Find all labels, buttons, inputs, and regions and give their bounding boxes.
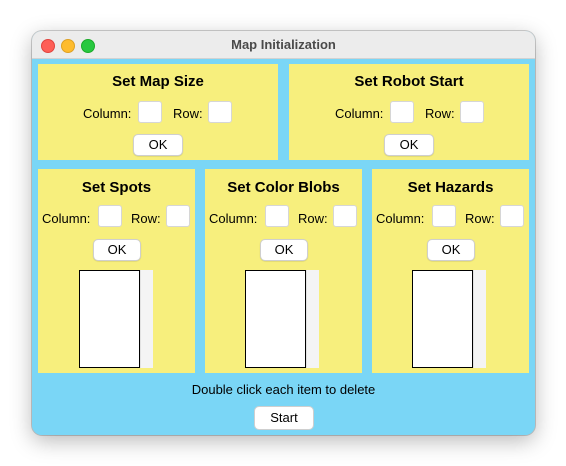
content-area: Set Map Size Column: Row: OK Set Robot S… [32,59,535,435]
start-button[interactable]: Start [254,406,314,430]
title-bar: Map Initialization [32,31,535,59]
color-blobs-panel: Set Color Blobs Column: Row: OK [205,169,362,373]
map-size-row-label: Row: [173,106,203,121]
spots-list-container [79,270,153,368]
color-blobs-list-scrollbar[interactable] [306,270,319,368]
color-blobs-list-container [245,270,319,368]
hazards-row-label: Row: [465,211,495,226]
robot-start-row-input[interactable] [460,101,484,123]
robot-start-panel: Set Robot Start Column: Row: OK [289,64,529,160]
hazards-column-label: Column: [376,211,425,226]
spots-list[interactable] [79,270,140,368]
hazards-row-input[interactable] [500,205,524,227]
spots-panel: Set Spots Column: Row: OK [38,169,195,373]
spots-ok-button[interactable]: OK [93,239,141,261]
spots-list-scrollbar[interactable] [140,270,153,368]
hazards-list-scrollbar[interactable] [473,270,486,368]
color-blobs-row-label: Row: [298,211,328,226]
hazards-title: Set Hazards [407,179,494,196]
robot-start-column-input[interactable] [390,101,414,123]
map-size-title: Set Map Size [112,73,204,90]
map-size-column-input[interactable] [138,101,162,123]
window-title: Map Initialization [231,37,336,52]
color-blobs-column-input[interactable] [265,205,289,227]
delete-hint: Double click each item to delete [191,382,376,397]
spots-row-input[interactable] [166,205,190,227]
map-size-column-label: Column: [83,106,132,121]
robot-start-ok-button[interactable]: OK [384,134,434,156]
hazards-ok-button[interactable]: OK [427,239,475,261]
spots-row-label: Row: [131,211,161,226]
color-blobs-title: Set Color Blobs [227,179,340,196]
color-blobs-list[interactable] [245,270,306,368]
spots-column-input[interactable] [98,205,122,227]
map-size-ok-button[interactable]: OK [133,134,183,156]
map-size-panel: Set Map Size Column: Row: OK [38,64,278,160]
color-blobs-row-input[interactable] [333,205,357,227]
robot-start-column-label: Column: [335,106,384,121]
map-initialization-window: Map Initialization Set Map Size Column: … [32,31,535,435]
hazards-list-container [412,270,486,368]
map-size-row-input[interactable] [208,101,232,123]
color-blobs-column-label: Column: [209,211,258,226]
robot-start-row-label: Row: [425,106,455,121]
hazards-column-input[interactable] [432,205,456,227]
spots-title: Set Spots [81,179,152,196]
spots-column-label: Column: [42,211,91,226]
hazards-panel: Set Hazards Column: Row: OK [372,169,529,373]
robot-start-title: Set Robot Start [354,73,464,90]
hazards-list[interactable] [412,270,473,368]
color-blobs-ok-button[interactable]: OK [260,239,308,261]
